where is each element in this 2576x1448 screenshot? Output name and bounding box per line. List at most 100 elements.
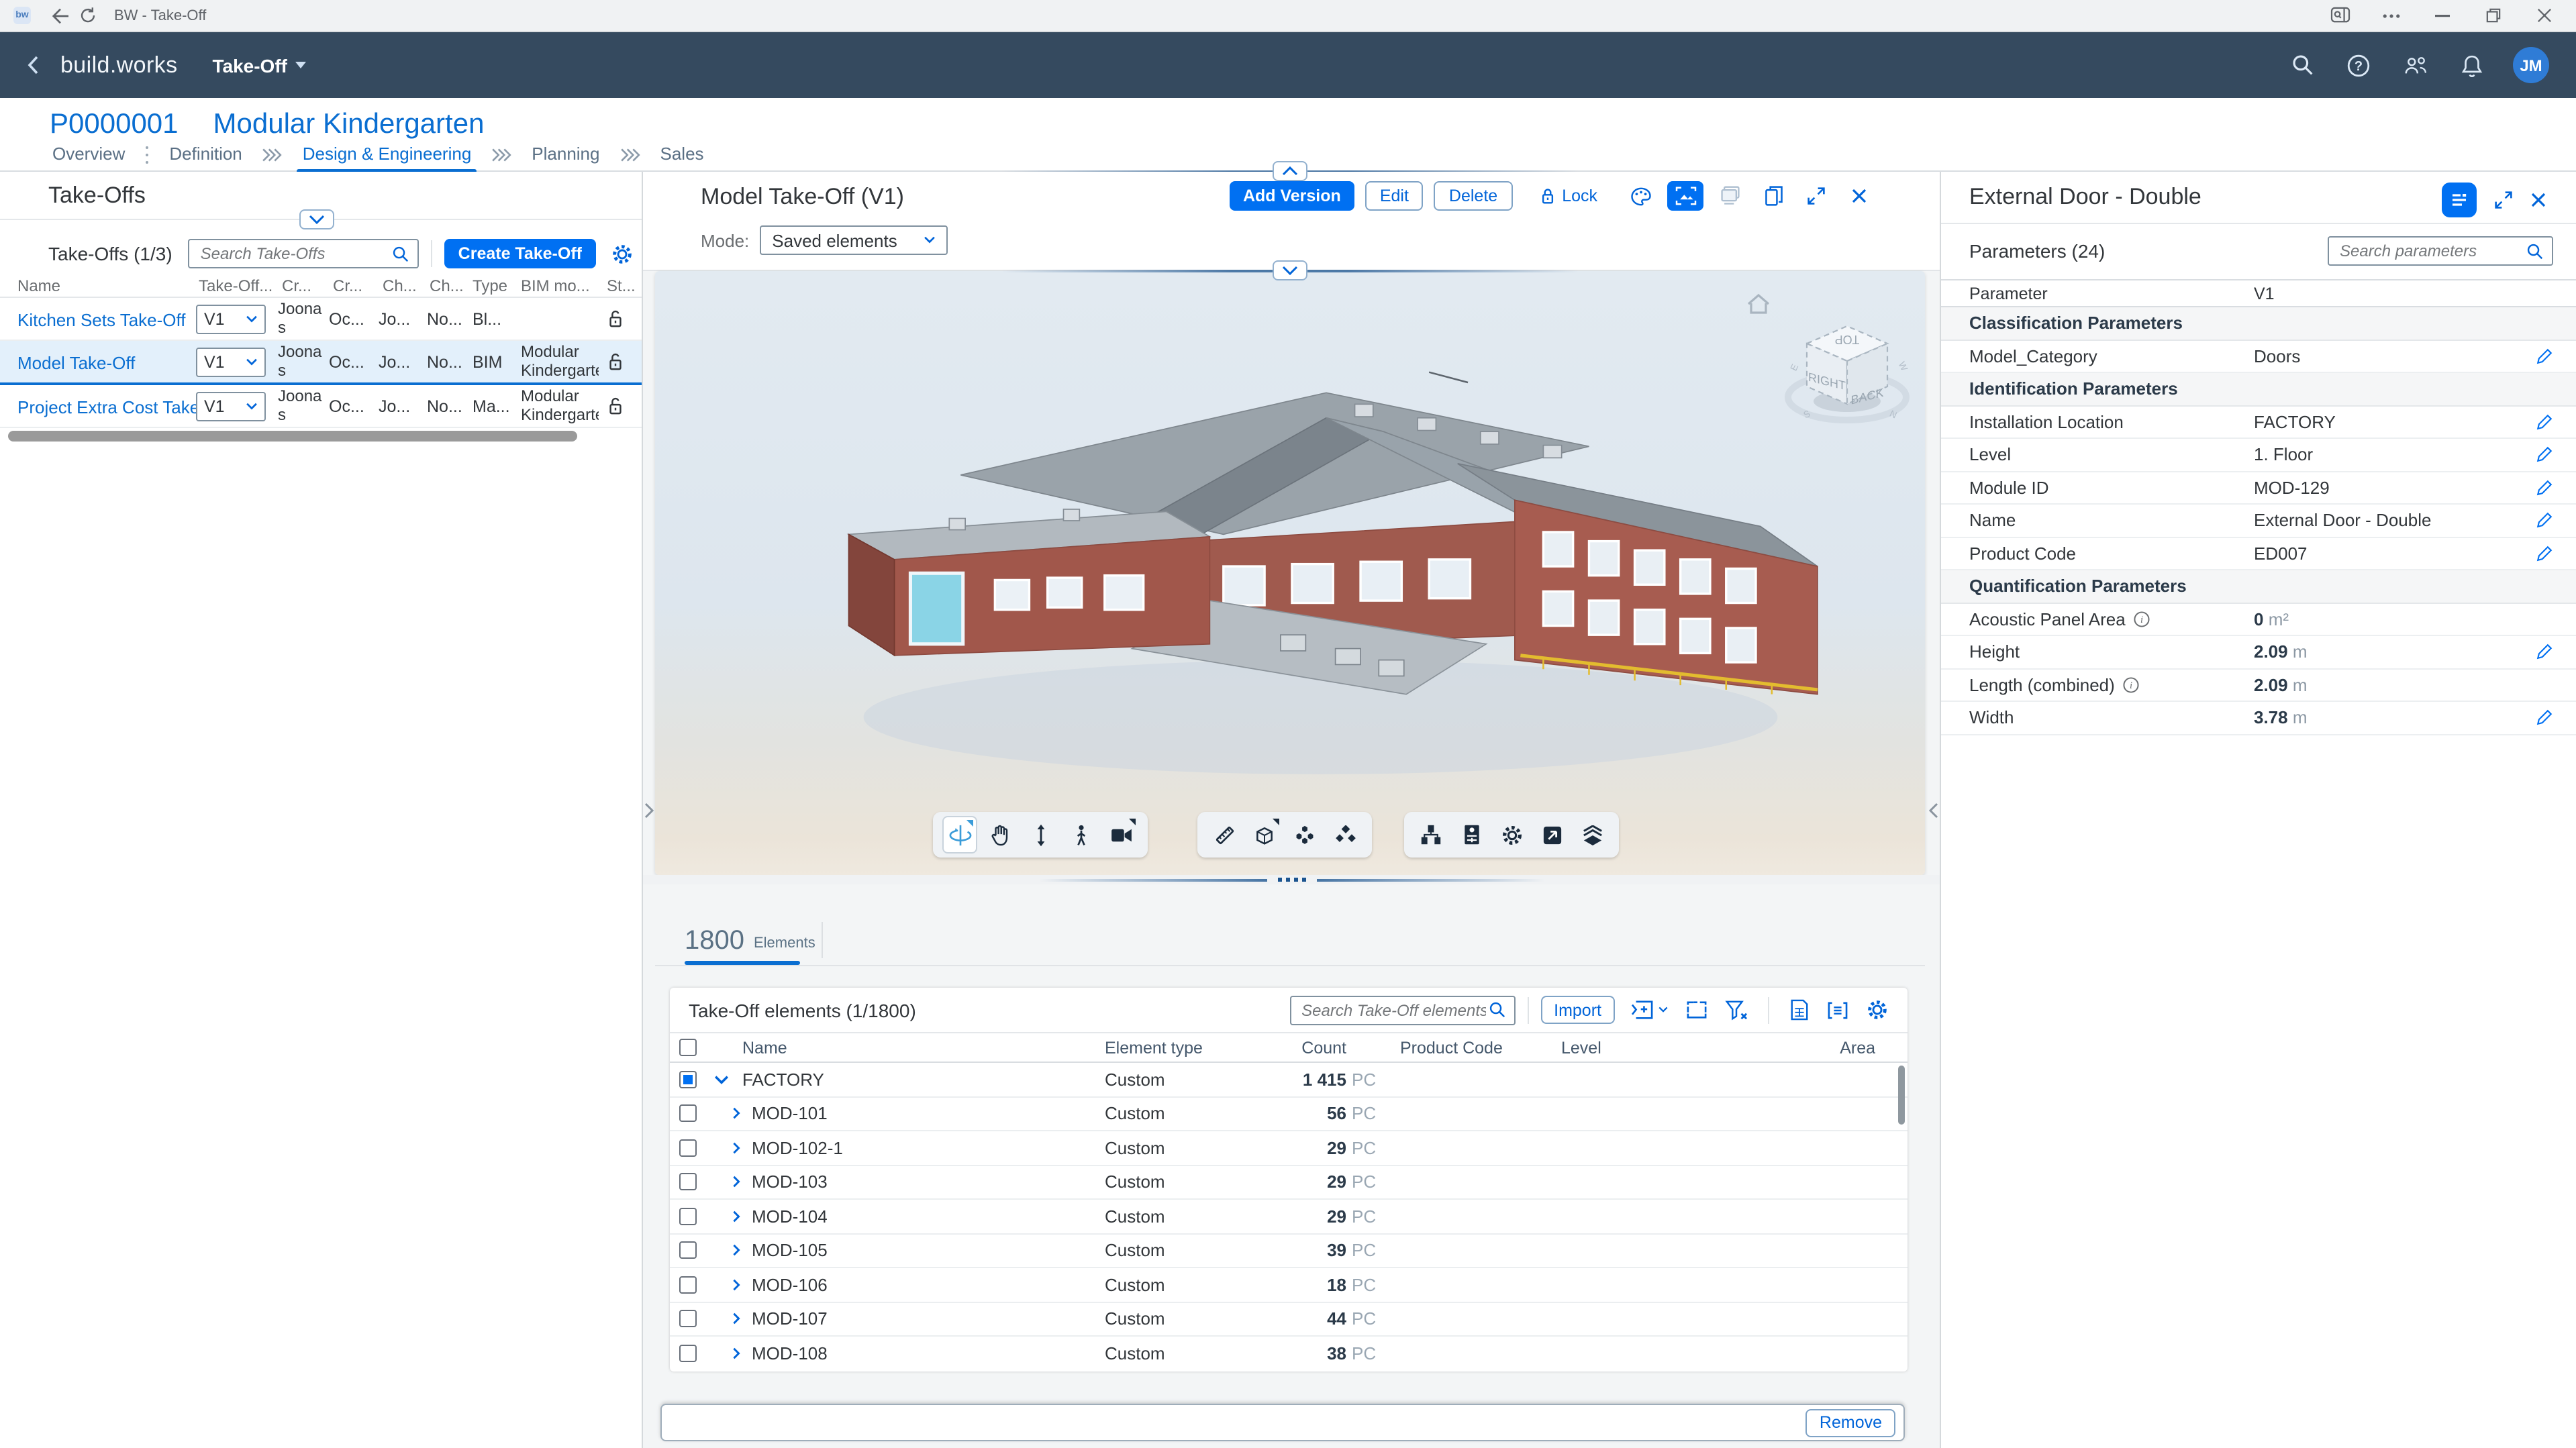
tab-sales[interactable]: Sales: [643, 138, 722, 171]
row-checkbox[interactable]: [679, 1310, 697, 1328]
info-icon[interactable]: i: [2123, 676, 2140, 694]
col-type[interactable]: Type: [473, 276, 507, 295]
vertical-scrollbar[interactable]: [1898, 1066, 1905, 1125]
zoom-vertical-icon[interactable]: [1023, 816, 1058, 854]
tab-planning[interactable]: Planning: [514, 138, 617, 171]
expand-right-panel-icon[interactable]: [1929, 803, 1940, 819]
edit-pencil-icon[interactable]: [2536, 446, 2553, 463]
row-checkbox[interactable]: [679, 1208, 697, 1225]
col-ch2[interactable]: Ch...: [430, 276, 464, 295]
value-settings-icon[interactable]: [1827, 1000, 1848, 1019]
unlock-icon[interactable]: [607, 352, 624, 372]
elements-search-input[interactable]: [1299, 999, 1488, 1021]
window-minimize-icon[interactable]: [2428, 2, 2455, 29]
shell-app-title[interactable]: Take-Off: [212, 54, 306, 76]
expand-panel-icon[interactable]: [2494, 191, 2513, 209]
horizontal-scrollbar[interactable]: [8, 431, 577, 442]
measure-icon[interactable]: [1207, 816, 1242, 854]
element-row[interactable]: MOD-103 Custom 29 PC: [670, 1166, 1908, 1200]
mode-select[interactable]: Saved elements: [760, 225, 948, 255]
tab-definition[interactable]: Definition: [152, 138, 259, 171]
col-name[interactable]: Name: [17, 276, 60, 295]
shell-back-icon[interactable]: [27, 55, 39, 75]
parameters-search-input[interactable]: [2337, 240, 2526, 262]
expand-row-icon[interactable]: [707, 1312, 742, 1327]
expand-row-icon[interactable]: [707, 1347, 742, 1361]
col-count[interactable]: Count: [1266, 1038, 1346, 1057]
close-panel-icon[interactable]: [2530, 192, 2546, 208]
col-area[interactable]: Area: [1776, 1038, 1908, 1057]
edit-button[interactable]: Edit: [1365, 181, 1424, 211]
col-cr1[interactable]: Cr...: [282, 276, 311, 295]
window-restore-icon[interactable]: [2479, 2, 2506, 29]
tab-overview[interactable]: Overview: [35, 138, 142, 171]
row-checkbox[interactable]: [679, 1105, 697, 1123]
element-name[interactable]: MOD-104: [742, 1206, 1105, 1227]
row-checkbox[interactable]: [679, 1139, 697, 1157]
element-row[interactable]: MOD-101 Custom 56 PC: [670, 1097, 1908, 1131]
lock-button[interactable]: Lock: [1531, 181, 1605, 211]
explode-icon[interactable]: [1287, 816, 1322, 854]
compare-versions-icon-disabled[interactable]: [1714, 181, 1746, 211]
browser-reload-icon[interactable]: [74, 2, 101, 29]
remove-button[interactable]: Remove: [1806, 1408, 1895, 1437]
takeoff-row[interactable]: Kitchen Sets Take-Off V1 Joonas Oc... Jo…: [0, 298, 642, 341]
shell-notifications-icon[interactable]: [2457, 50, 2486, 80]
element-name[interactable]: MOD-103: [742, 1172, 1105, 1192]
version-select[interactable]: V1: [196, 348, 266, 377]
collapse-row-icon[interactable]: [707, 1072, 742, 1087]
search-icon[interactable]: [2526, 242, 2544, 260]
collapse-panel-button[interactable]: [299, 209, 334, 229]
elements-tab[interactable]: 1800 Elements: [671, 914, 829, 965]
bim-model-building[interactable]: [789, 279, 1863, 808]
orbit-icon[interactable]: [942, 816, 977, 854]
remove-element-icon[interactable]: [1686, 1000, 1707, 1020]
element-name[interactable]: FACTORY: [742, 1070, 1105, 1090]
unlock-icon[interactable]: [607, 309, 624, 329]
fullscreen-icon[interactable]: [1800, 181, 1832, 211]
chevron-down-icon[interactable]: [1658, 1006, 1669, 1013]
expand-row-icon[interactable]: [707, 1209, 742, 1224]
camera-icon[interactable]: [1103, 816, 1138, 854]
shell-users-icon[interactable]: [2400, 50, 2430, 80]
col-cr2[interactable]: Cr...: [333, 276, 362, 295]
version-select[interactable]: V1: [196, 305, 266, 334]
takeoff-name-link[interactable]: Kitchen Sets Take-Off: [17, 310, 186, 330]
takeoff-row-selected[interactable]: Model Take-Off V1 Joonas Oc... Jo... No.…: [0, 341, 642, 385]
tab-design-engineering[interactable]: Design & Engineering: [285, 138, 489, 171]
walk-icon[interactable]: [1063, 816, 1098, 854]
model-tree-icon[interactable]: [1414, 816, 1448, 854]
col-level[interactable]: Level: [1561, 1038, 1776, 1057]
row-checkbox[interactable]: [679, 1242, 697, 1259]
col-takeoff[interactable]: Take-Off...: [199, 276, 273, 295]
expand-row-icon[interactable]: [707, 1141, 742, 1155]
shell-search-icon[interactable]: [2287, 50, 2317, 80]
col-status[interactable]: St...: [607, 276, 636, 295]
element-row[interactable]: MOD-108 Custom 38 PC: [670, 1337, 1908, 1371]
horizontal-splitter[interactable]: [643, 875, 1940, 884]
takeoff-name-link[interactable]: Model Take-Off: [17, 353, 135, 373]
browser-sidebar-search-icon[interactable]: [2326, 2, 2353, 29]
col-product-code[interactable]: Product Code: [1400, 1038, 1561, 1057]
search-icon[interactable]: [1488, 1001, 1505, 1019]
model-3d-viewport[interactable]: TOP RIGHT BACK W N E S: [655, 271, 1925, 875]
expand-row-icon[interactable]: [707, 1243, 742, 1258]
edit-pencil-icon[interactable]: [2536, 511, 2553, 529]
section-icon[interactable]: [1247, 816, 1282, 854]
version-select[interactable]: V1: [196, 392, 266, 421]
element-name[interactable]: MOD-105: [742, 1241, 1105, 1261]
create-takeoff-button[interactable]: Create Take-Off: [445, 239, 595, 268]
app-logo[interactable]: build.works: [60, 52, 177, 79]
takeoff-row[interactable]: Project Extra Cost Take... V1 Joonas Oc.…: [0, 385, 642, 428]
edit-pencil-icon[interactable]: [2536, 347, 2553, 364]
row-checkbox-indeterminate[interactable]: [679, 1071, 697, 1088]
select-all-checkbox[interactable]: [679, 1039, 697, 1056]
col-bim-model[interactable]: BIM mo...: [521, 276, 590, 295]
add-version-button[interactable]: Add Version: [1230, 181, 1354, 211]
expand-row-icon[interactable]: [707, 1106, 742, 1121]
layers-icon[interactable]: [1575, 816, 1609, 854]
takeoffs-search[interactable]: [189, 239, 419, 268]
window-close-icon[interactable]: [2530, 2, 2557, 29]
col-ch1[interactable]: Ch...: [383, 276, 417, 295]
col-element-type[interactable]: Element type: [1105, 1038, 1266, 1057]
